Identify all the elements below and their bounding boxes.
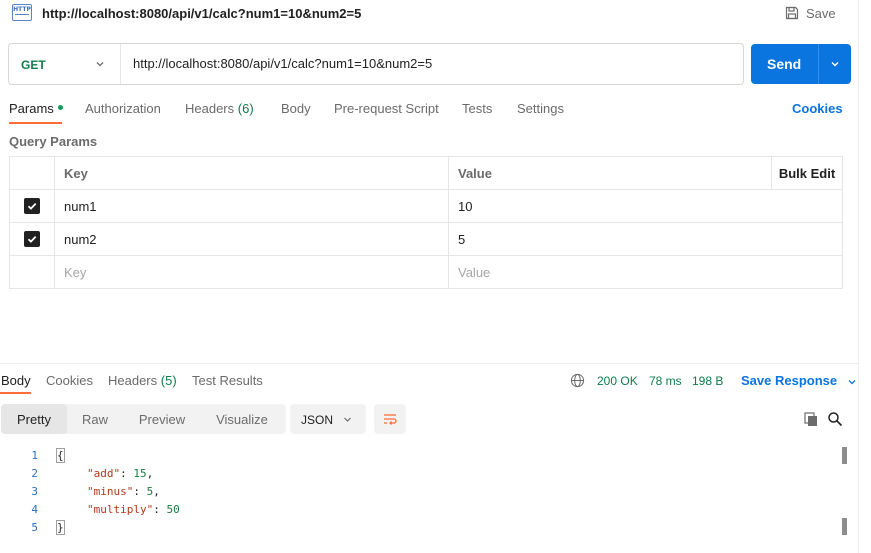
json-key: "minus" [87,485,134,498]
tab-body[interactable]: Body [281,101,311,116]
tab-prerequest-script[interactable]: Pre-request Script [334,101,439,116]
tab-authorization[interactable]: Authorization [85,101,161,116]
wrap-lines-icon [384,414,397,425]
http-request-icon: HTTP [12,4,32,21]
response-divider[interactable] [0,363,858,364]
param-checkbox[interactable] [24,198,40,214]
line-number: 1 [31,449,38,462]
column-header-key: Key [55,157,449,189]
checkmark-icon [27,235,37,243]
line-number: 3 [31,485,38,498]
json-key: "add" [87,467,121,480]
open-brace: { [56,448,65,463]
code-line: 5 } [0,518,858,536]
code-line: 2 "add": 15, [0,464,858,482]
copy-icon[interactable] [803,411,819,427]
param-value-input[interactable]: 10 [449,190,771,222]
save-button[interactable]: Save [784,4,836,22]
tab-tests[interactable]: Tests [462,101,492,116]
response-tabs: Body Cookies Headers (5) Test Results 20… [0,372,858,394]
tab-headers[interactable]: Headers (6) [185,101,254,116]
response-tab-headers[interactable]: Headers (5) [108,373,177,388]
cookies-link[interactable]: Cookies [792,101,843,116]
request-bar: GET http://localhost:8080/api/v1/calc?nu… [8,43,744,85]
view-raw[interactable]: Raw [67,404,123,434]
param-checkbox[interactable] [24,231,40,247]
code-line: 4 "multiply": 50 [0,500,858,518]
http-icon-label: HTTP [13,6,31,13]
table-header-row: Key Value Bulk Edit [10,157,842,190]
chevron-down-icon [344,417,351,422]
line-number: 5 [31,521,38,534]
param-value-input[interactable]: 5 [449,223,771,255]
active-tab-indicator [9,122,62,124]
response-tab-cookies[interactable]: Cookies [46,373,93,388]
params-indicator-dot [57,105,63,111]
search-icon[interactable] [827,411,843,427]
response-view-toggle: Pretty Raw Preview Visualize [1,404,286,434]
request-tabs: Params Authorization Headers (6) Body Pr… [0,98,858,124]
code-line: 1 { [0,446,858,464]
column-header-value: Value [458,165,492,181]
window-edge [858,0,859,553]
query-params-table: Key Value Bulk Edit num1 10 num2 5 Key V… [9,156,843,289]
bulk-edit-button[interactable]: Bulk Edit [771,157,842,189]
view-preview[interactable]: Preview [123,404,201,434]
save-response-button[interactable]: Save Response [741,373,857,388]
line-number: 4 [31,503,38,516]
table-row: num2 5 [10,223,842,256]
word-wrap-button[interactable] [374,404,406,434]
chevron-down-icon [96,62,104,67]
close-brace: } [56,520,65,535]
tab-params[interactable]: Params [9,101,63,116]
save-label: Save [806,5,836,21]
format-label: JSON [301,413,334,427]
send-label: Send [767,56,802,72]
response-headers-count: (5) [160,373,177,388]
table-row-empty: Key Value [10,256,842,289]
request-title[interactable]: http://localhost:8080/api/v1/calc?num1=1… [42,6,361,21]
response-tab-test-results[interactable]: Test Results [192,373,263,388]
scrollbar-thumb[interactable] [842,447,847,464]
response-body-editor[interactable]: 1 { 2 "add": 15, 3 "minus": 5, 4 "multip… [0,446,858,546]
view-visualize[interactable]: Visualize [201,404,283,434]
scrollbar-thumb[interactable] [842,518,847,535]
format-select[interactable]: JSON [290,404,366,434]
active-response-tab-indicator [0,392,31,394]
table-row: num1 10 [10,190,842,223]
response-tab-body[interactable]: Body [1,373,31,388]
param-key-input[interactable]: num1 [55,190,449,222]
method-label: GET [21,58,46,72]
send-button[interactable]: Send [751,44,851,84]
view-pretty[interactable]: Pretty [1,404,67,434]
tab-settings[interactable]: Settings [517,101,564,116]
line-number: 2 [31,467,38,480]
json-value: 15 [133,467,147,480]
status-code[interactable]: 200 OK [597,374,638,388]
json-key: "multiply" [87,503,154,516]
new-param-value-input[interactable]: Value [449,256,771,288]
chevron-down-icon [848,379,856,384]
query-params-title: Query Params [9,134,98,149]
send-options-chevron-icon[interactable] [829,58,841,70]
new-param-key-input[interactable]: Key [55,256,449,288]
headers-count: (6) [237,101,254,116]
checkmark-icon [27,202,37,210]
json-value: 50 [166,503,180,516]
response-time[interactable]: 78 ms [649,374,682,388]
save-icon [785,6,799,20]
param-key-input[interactable]: num2 [55,223,449,255]
response-size[interactable]: 198 B [692,374,723,388]
url-input[interactable]: http://localhost:8080/api/v1/calc?num1=1… [133,56,432,71]
method-select[interactable]: GET [9,44,121,84]
request-title-bar: HTTP http://localhost:8080/api/v1/calc?n… [0,0,858,28]
code-line: 3 "minus": 5, [0,482,858,500]
globe-icon[interactable] [570,373,585,388]
